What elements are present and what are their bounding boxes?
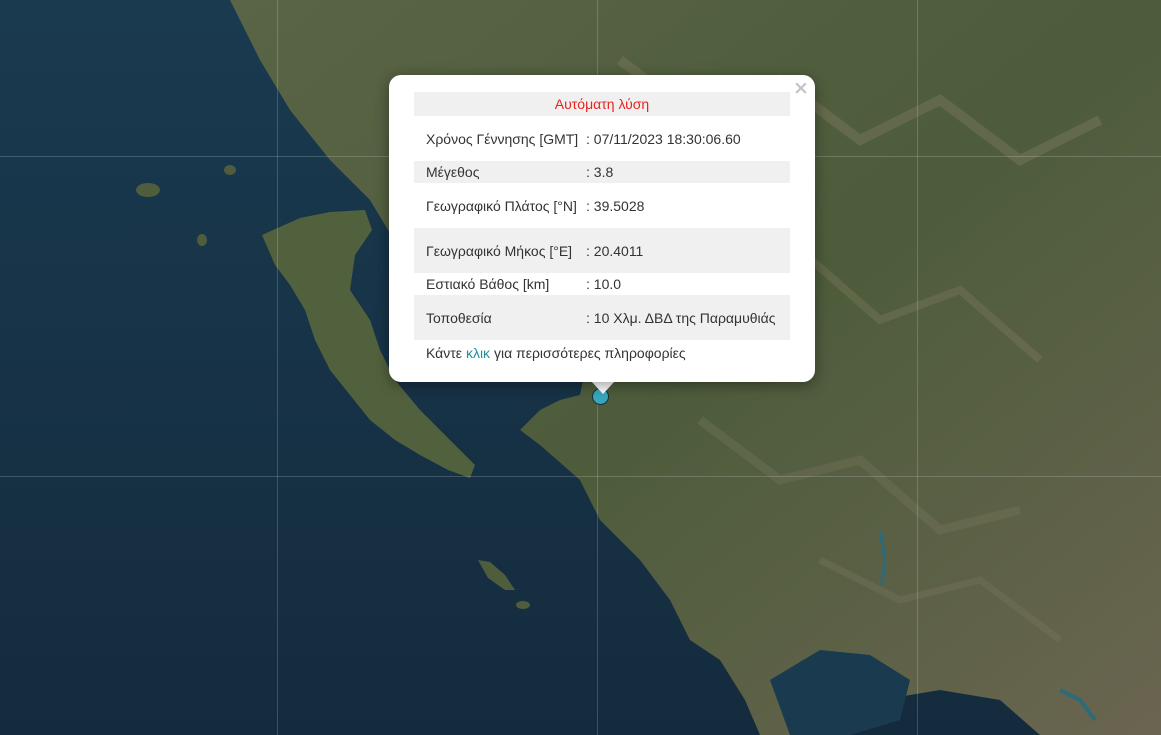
row-label: Τοποθεσία [426, 309, 492, 326]
row-value: : 20.4011 [586, 242, 644, 259]
row-label: Γεωγραφικό Μήκος [°E] [426, 242, 573, 259]
earthquake-popup: × Αυτόματη λύση Χρόνος Γέννησης [GMT] : … [389, 75, 815, 382]
table-row: Γεωγραφικό Μήκος [°E] : 20.4011 [414, 228, 790, 273]
row-value: : 10 Χλμ. ΔΒΔ της Παραμυθιάς [586, 309, 776, 326]
close-icon[interactable]: × [793, 78, 809, 98]
table-row: Τοποθεσία : 10 Χλμ. ΔΒΔ της Παραμυθιάς [414, 295, 790, 340]
row-label: Εστιακό Βάθος [km] [426, 276, 550, 292]
row-value: : 10.0 [586, 276, 622, 292]
row-label: Χρόνος Γέννησης [GMT] [426, 130, 579, 147]
table-row: Χρόνος Γέννησης [GMT] : 07/11/2023 18:30… [414, 116, 790, 161]
graticule-line [277, 0, 278, 735]
graticule-line [917, 0, 918, 735]
popup-footer: Κάντε κλικ για περισσότερες πληροφορίες [426, 343, 686, 363]
table-row: Γεωγραφικό Πλάτος [°N] : 39.5028 [414, 183, 790, 228]
row-label: Μέγεθος [426, 164, 480, 180]
earthquake-info-table: Αυτόματη λύση Χρόνος Γέννησης [GMT] : 07… [414, 92, 790, 340]
more-info-link[interactable]: κλικ [466, 345, 490, 361]
row-label: Γεωγραφικό Πλάτος [°N] [426, 197, 577, 214]
row-value: : 3.8 [586, 164, 614, 180]
row-value: : 39.5028 [586, 197, 645, 214]
graticule-line [0, 476, 1161, 477]
popup-title: Αυτόματη λύση [554, 96, 650, 112]
popup-tip [591, 381, 615, 394]
footer-prefix: Κάντε [426, 345, 463, 361]
table-row: Εστιακό Βάθος [km] : 10.0 [414, 273, 790, 295]
footer-suffix: για περισσότερες πληροφορίες [493, 345, 686, 361]
row-value: : 07/11/2023 18:30:06.60 [586, 130, 741, 147]
table-row: Μέγεθος : 3.8 [414, 161, 790, 183]
